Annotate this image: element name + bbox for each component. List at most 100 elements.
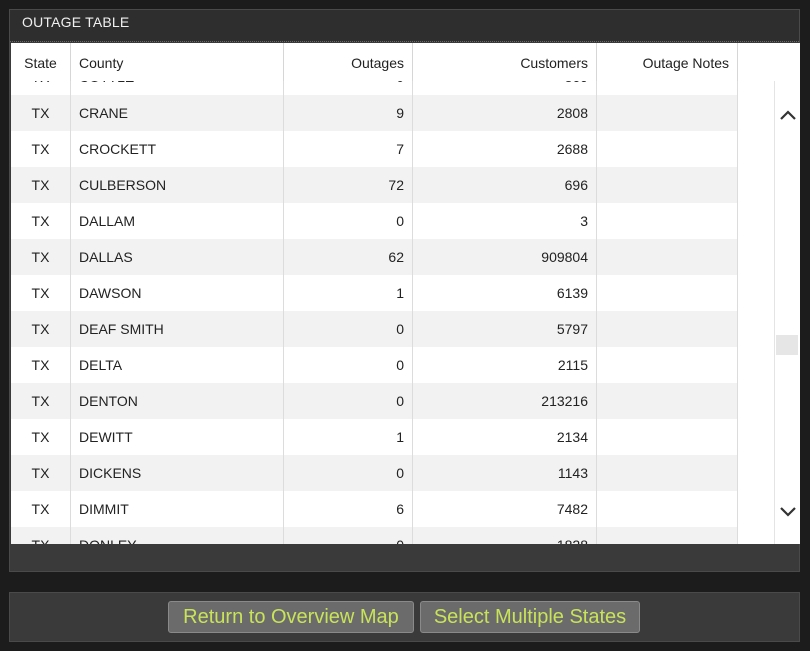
- cell-county: CRANE: [71, 95, 284, 131]
- cell-customers: 213216: [413, 383, 597, 419]
- table-row[interactable]: TX DEAF SMITH 0 5797: [11, 311, 738, 347]
- cell-county: CULBERSON: [71, 167, 284, 203]
- cell-state: TX: [11, 491, 71, 527]
- select-multiple-states-button[interactable]: Select Multiple States: [420, 601, 640, 633]
- cell-county: COTTLE: [71, 81, 284, 95]
- cell-customers: 2115: [413, 347, 597, 383]
- table-row[interactable]: TX DONLEY 0 1828: [11, 527, 738, 544]
- cell-state: TX: [11, 95, 71, 131]
- chevron-down-icon[interactable]: [779, 504, 797, 520]
- cell-county: DONLEY: [71, 527, 284, 544]
- cell-customers: 2134: [413, 419, 597, 455]
- button-bar: Return to Overview Map Select Multiple S…: [9, 592, 800, 642]
- table-body: TX COTTLE 0 869 TX CRANE 9 2808 TX CROCK…: [11, 81, 738, 544]
- table-row[interactable]: TX DALLAM 0 3: [11, 203, 738, 239]
- cell-outage-notes: [597, 491, 738, 527]
- cell-customers: 2808: [413, 95, 597, 131]
- cell-customers: 3: [413, 203, 597, 239]
- table-header: State County Outages Customers Outage No…: [11, 43, 738, 81]
- table-row[interactable]: TX DELTA 0 2115: [11, 347, 738, 383]
- cell-outages: 0: [284, 383, 413, 419]
- table-row[interactable]: TX DICKENS 0 1143: [11, 455, 738, 491]
- cell-outage-notes: [597, 131, 738, 167]
- table-row[interactable]: TX DALLAS 62 909804: [11, 239, 738, 275]
- cell-outages: 9: [284, 95, 413, 131]
- table-row[interactable]: TX DEWITT 1 2134: [11, 419, 738, 455]
- cell-state: TX: [11, 131, 71, 167]
- cell-customers: 909804: [413, 239, 597, 275]
- cell-county: DEWITT: [71, 419, 284, 455]
- column-header-outage-notes[interactable]: Outage Notes: [597, 43, 738, 81]
- cell-county: CROCKETT: [71, 131, 284, 167]
- cell-outage-notes: [597, 419, 738, 455]
- cell-county: DICKENS: [71, 455, 284, 491]
- cell-outages: 1: [284, 275, 413, 311]
- table-row[interactable]: TX CRANE 9 2808: [11, 95, 738, 131]
- cell-outage-notes: [597, 311, 738, 347]
- cell-outage-notes: [597, 383, 738, 419]
- cell-customers: 5797: [413, 311, 597, 347]
- cell-outages: 6: [284, 491, 413, 527]
- cell-customers: 696: [413, 167, 597, 203]
- table-row[interactable]: TX CROCKETT 7 2688: [11, 131, 738, 167]
- cell-county: DEAF SMITH: [71, 311, 284, 347]
- cell-state: TX: [11, 419, 71, 455]
- cell-outages: 0: [284, 81, 413, 95]
- cell-state: TX: [11, 275, 71, 311]
- table-row[interactable]: TX DAWSON 1 6139: [11, 275, 738, 311]
- cell-customers: 1143: [413, 455, 597, 491]
- column-header-outages[interactable]: Outages: [284, 43, 413, 81]
- table-row[interactable]: TX CULBERSON 72 696: [11, 167, 738, 203]
- cell-county: DALLAS: [71, 239, 284, 275]
- table-row[interactable]: TX DIMMIT 6 7482: [11, 491, 738, 527]
- column-header-customers[interactable]: Customers: [413, 43, 597, 81]
- panel-header: OUTAGE TABLE: [10, 10, 799, 42]
- cell-state: TX: [11, 527, 71, 544]
- return-to-overview-map-button[interactable]: Return to Overview Map: [168, 601, 414, 633]
- cell-customers: 6139: [413, 275, 597, 311]
- cell-outages: 0: [284, 203, 413, 239]
- cell-customers: 2688: [413, 131, 597, 167]
- cell-state: TX: [11, 455, 71, 491]
- cell-county: DIMMIT: [71, 491, 284, 527]
- cell-county: DAWSON: [71, 275, 284, 311]
- cell-outage-notes: [597, 167, 738, 203]
- cell-outages: 62: [284, 239, 413, 275]
- outage-table: State County Outages Customers Outage No…: [11, 43, 800, 544]
- cell-outages: 0: [284, 455, 413, 491]
- cell-state: TX: [11, 81, 71, 95]
- panel-title: OUTAGE TABLE: [22, 14, 130, 30]
- cell-state: TX: [11, 167, 71, 203]
- cell-outages: 0: [284, 347, 413, 383]
- cell-state: TX: [11, 311, 71, 347]
- cell-outages: 0: [284, 311, 413, 347]
- chevron-up-icon[interactable]: [779, 107, 797, 123]
- cell-outage-notes: [597, 239, 738, 275]
- cell-state: TX: [11, 239, 71, 275]
- cell-county: DELTA: [71, 347, 284, 383]
- outage-table-panel: OUTAGE TABLE State County Outages Custom…: [9, 9, 800, 572]
- cell-state: TX: [11, 203, 71, 239]
- cell-outages: 0: [284, 527, 413, 544]
- scrollbar-thumb[interactable]: [776, 335, 798, 355]
- table-row[interactable]: TX COTTLE 0 869: [11, 81, 738, 95]
- cell-county: DALLAM: [71, 203, 284, 239]
- cell-outage-notes: [597, 527, 738, 544]
- cell-outages: 7: [284, 131, 413, 167]
- cell-customers: 1828: [413, 527, 597, 544]
- cell-outage-notes: [597, 81, 738, 95]
- cell-county: DENTON: [71, 383, 284, 419]
- cell-outage-notes: [597, 275, 738, 311]
- cell-outage-notes: [597, 203, 738, 239]
- cell-outage-notes: [597, 95, 738, 131]
- column-header-state[interactable]: State: [11, 43, 71, 81]
- cell-outages: 72: [284, 167, 413, 203]
- vertical-scrollbar[interactable]: [774, 81, 800, 544]
- panel-footer: [10, 545, 799, 571]
- column-header-county[interactable]: County: [71, 43, 284, 81]
- cell-outages: 1: [284, 419, 413, 455]
- table-row[interactable]: TX DENTON 0 213216: [11, 383, 738, 419]
- cell-state: TX: [11, 347, 71, 383]
- cell-customers: 7482: [413, 491, 597, 527]
- cell-outage-notes: [597, 347, 738, 383]
